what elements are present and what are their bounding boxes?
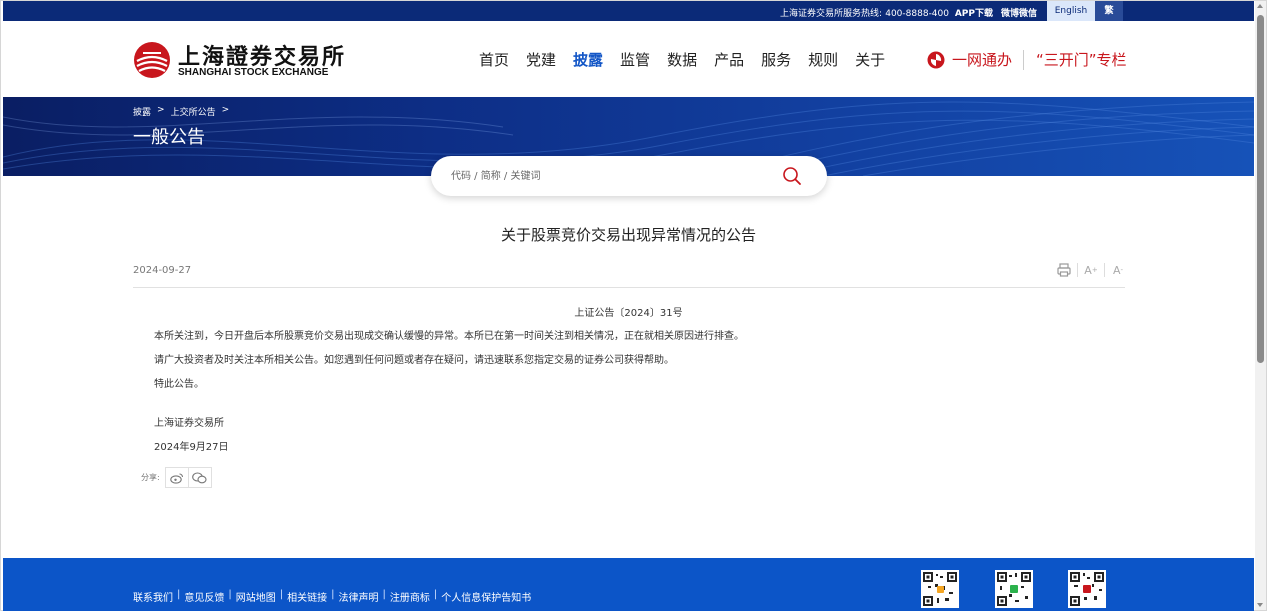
qr-code-weibo-icon	[1068, 570, 1106, 608]
traditional-chinese-button[interactable]: 繁	[1095, 1, 1123, 21]
tools-divider	[1077, 263, 1078, 277]
nav-home[interactable]: 首页	[479, 49, 509, 73]
article-title: 关于股票竞价交易出现异常情况的公告	[500, 226, 756, 244]
logo-english-name: SHANGHAI STOCK EXCHANGE	[178, 67, 329, 78]
page-title: 一般公告	[133, 127, 205, 148]
app-download-link[interactable]: APP下载	[955, 6, 993, 19]
service-hotline: 上海证券交易所服务热线: 400-8888-400	[780, 6, 949, 19]
share-weibo-button[interactable]	[164, 467, 189, 488]
footer-link-legal[interactable]: 法律声明	[339, 589, 379, 604]
site-header: 上海證券交易所 SHANGHAI STOCK EXCHANGE 首页 党建 披露…	[3, 21, 1254, 97]
article-date: 2024-09-27	[133, 265, 192, 276]
utility-bar: 上海证券交易所服务热线: 400-8888-400 APP下载 微博微信 Eng…	[3, 1, 1254, 21]
share-bar: 分享:	[141, 467, 212, 488]
breadcrumb: 披露 > 上交所公告 >	[133, 105, 235, 118]
breadcrumb-chevron-icon: >	[157, 105, 165, 115]
english-button[interactable]: English	[1047, 1, 1095, 21]
nav-regulation[interactable]: 监管	[620, 49, 650, 73]
sse-logo[interactable]: 上海證券交易所 SHANGHAI STOCK EXCHANGE	[133, 39, 344, 81]
yiwang-swirl-icon	[927, 51, 945, 68]
article-paragraph: 请广大投资者及时关注本所相关公告。如您遇到任何问题或者存在疑问，请迅速联系您指定…	[154, 355, 674, 366]
font-decrease-icon[interactable]: A-	[1110, 262, 1126, 278]
site-footer: 联系我们 | 意见反馈 | 网站地图 | 相关链接 | 法律声明 | 注册商标 | 个人信息…	[3, 558, 1254, 611]
nav-disclosure[interactable]: 披露	[573, 49, 603, 73]
footer-separator: |	[228, 589, 232, 600]
document-number: 上证公告〔2024〕31号	[574, 308, 683, 319]
weibo-icon	[169, 472, 183, 484]
article-tools: A + A-	[1056, 262, 1126, 278]
breadcrumb-disclosure[interactable]: 披露	[133, 105, 151, 118]
qr-code-app-icon	[921, 570, 959, 608]
nav-data[interactable]: 数据	[667, 49, 697, 73]
share-label: 分享:	[141, 473, 160, 482]
sankaimen-column-link[interactable]: “三开门”专栏	[1036, 49, 1127, 70]
breadcrumb-sse-announcements[interactable]: 上交所公告	[171, 105, 216, 118]
footer-separator: |	[279, 589, 284, 600]
qr-code-wechat-icon	[995, 570, 1033, 608]
nav-rules[interactable]: 规则	[808, 49, 838, 73]
search-input[interactable]	[451, 166, 771, 186]
nav-products[interactable]: 产品	[714, 49, 744, 73]
header-divider	[1023, 50, 1024, 70]
font-increase-icon[interactable]: A +	[1083, 262, 1099, 278]
breadcrumb-chevron-icon: >	[221, 105, 230, 115]
article-paragraph: 特此公告。	[154, 379, 204, 390]
hotline-label: 上海证券交易所服务热线:	[780, 9, 883, 19]
footer-link-sitemap[interactable]: 网站地图	[236, 589, 276, 604]
scroll-up-arrow-icon[interactable]	[1257, 4, 1263, 8]
main-nav: 首页 党建 披露 监管 数据 产品 服务 规则 关于	[479, 49, 902, 73]
nav-services[interactable]: 服务	[761, 49, 791, 73]
title-divider	[133, 287, 1125, 288]
page-scrollbar[interactable]	[1255, 1, 1266, 610]
sse-logo-mark-icon	[134, 42, 170, 78]
yiwang-label: 一网通办	[952, 51, 1013, 69]
print-icon[interactable]	[1056, 262, 1072, 278]
footer-link-related[interactable]: 相关链接	[287, 589, 327, 604]
footer-link-privacy[interactable]: 个人信息保护告知书	[441, 589, 531, 604]
footer-links: 联系我们 | 意见反馈 | 网站地图 | 相关链接 | 法律声明 | 注册商标 | 个人信息…	[133, 589, 531, 604]
footer-separator: |	[433, 589, 438, 600]
nav-about[interactable]: 关于	[855, 49, 885, 73]
tools-divider	[1104, 263, 1105, 277]
hotline-number: 400-8888-400	[885, 9, 949, 19]
search-box	[431, 156, 827, 196]
footer-separator: |	[177, 589, 181, 600]
footer-separator: |	[331, 589, 335, 600]
share-wechat-button[interactable]	[187, 467, 212, 488]
footer-separator: |	[382, 589, 386, 600]
article-sign-date: 2024年9月27日	[154, 442, 229, 453]
footer-link-feedback[interactable]: 意见反馈	[184, 589, 224, 604]
search-icon[interactable]	[782, 166, 802, 186]
scrollbar-thumb[interactable]	[1257, 15, 1264, 363]
scroll-down-arrow-icon[interactable]	[1257, 603, 1263, 607]
weibo-weixin-link[interactable]: 微博微信	[1001, 6, 1037, 19]
article-paragraph: 本所关注到，今日开盘后本所股票竞价交易出现成交确认缓慢的异常。本所已在第一时间关…	[154, 331, 744, 342]
footer-link-contact[interactable]: 联系我们	[133, 589, 173, 604]
article-signature: 上海证券交易所	[154, 418, 224, 429]
wechat-icon	[192, 471, 207, 483]
nav-party[interactable]: 党建	[526, 49, 556, 73]
footer-link-trademark[interactable]: 注册商标	[390, 589, 430, 604]
yiwang-tongban-link[interactable]: 一网通办	[927, 49, 1012, 70]
